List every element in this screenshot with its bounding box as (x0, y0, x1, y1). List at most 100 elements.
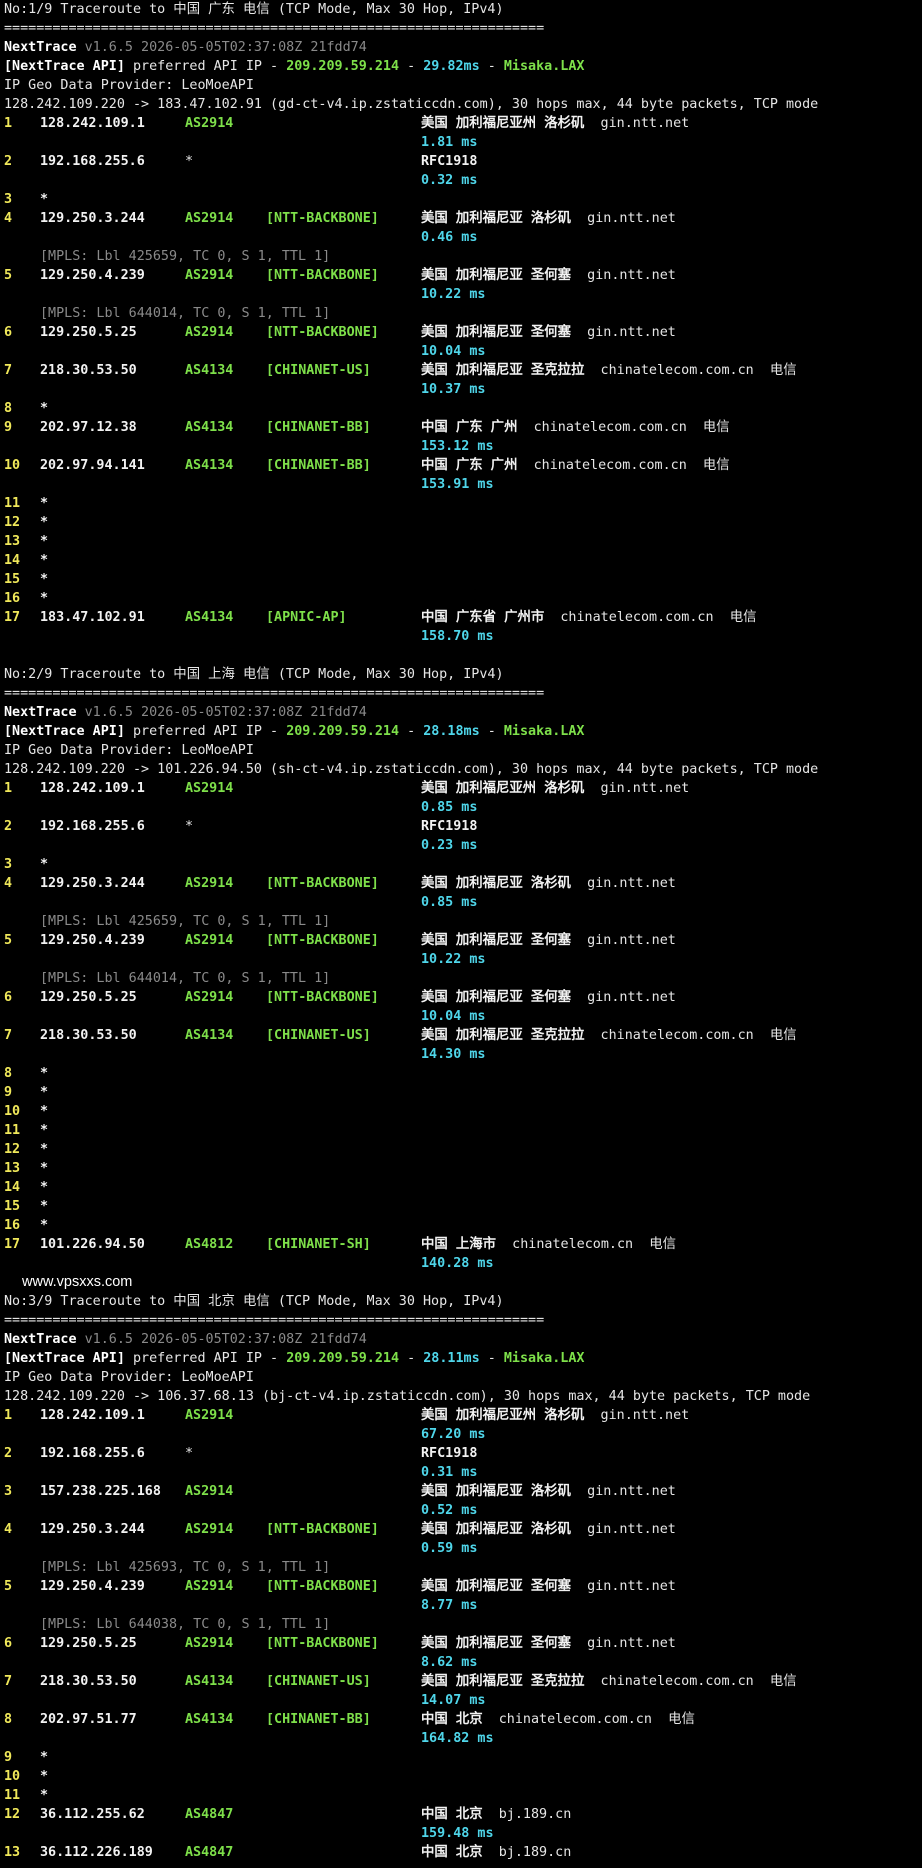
hop-asn: AS2914 (185, 325, 234, 340)
hop-location: 中国 上海市 (421, 1237, 497, 1252)
hop-domain: gin.ntt.net (587, 211, 676, 226)
hop-row: 8 * (4, 1064, 920, 1083)
hop-isp: 电信 (769, 1028, 797, 1043)
hop-asn: * (185, 1446, 194, 1461)
hop-number: 7 (4, 1028, 13, 1043)
hop-location: RFC1918 (421, 154, 478, 169)
hop-location: 中国 广东 广州 (421, 458, 518, 473)
hop-row: 5 129.250.4.239 AS2914 [NTT-BACKBONE] 美国 加利福… (4, 266, 920, 285)
hop-domain: gin.ntt.net (587, 1636, 676, 1651)
nexttrace-version: v1.6.5 2026-05-05T02:37:08Z 21fdd74 (84, 1332, 367, 1347)
hop-rtt-row: 67.20 ms (4, 1425, 920, 1444)
hop-geo: RFC1918 (421, 1444, 477, 1463)
hop-domain: gin.ntt.net (587, 933, 676, 948)
hop-geo: 美国 加利福尼亚 洛杉矶 gin.ntt.net (421, 1520, 676, 1539)
hop-asn: AS4134 (185, 610, 234, 625)
api-text: preferred API IP - (133, 1351, 279, 1366)
hop-number: 1 (4, 116, 13, 131)
hop-asn: AS2914 (185, 876, 234, 891)
hop-row: 6 129.250.5.25 AS2914 [NTT-BACKBONE] 美国 加利福尼… (4, 988, 920, 1007)
api-ip: 209.209.59.214 (286, 59, 400, 74)
hop-ip: * (40, 1218, 49, 1233)
hop-tag: [NTT-BACKBONE] (266, 268, 379, 283)
hop-mpls-row: [MPLS: Lbl 644038, TC 0, S 1, TTL 1] (4, 1615, 920, 1634)
hop-row: 11 * (4, 1121, 920, 1140)
hop-row: 12 36.112.255.62 AS4847 中国 北京 bj.189.cn (4, 1805, 920, 1824)
hop-ip: 202.97.94.141 (40, 458, 145, 473)
hop-location: 中国 北京 (421, 1807, 483, 1822)
hop-row: 16 * (4, 1216, 920, 1235)
blank-line: www.vpsxxs.com (4, 1273, 920, 1292)
hop-row: 1 128.242.109.1 AS2914 美国 加利福尼亚州 洛杉矶 gin.nt… (4, 779, 920, 798)
hop-location: 美国 加利福尼亚 圣何塞 (421, 990, 572, 1005)
hop-ip: 192.168.255.6 (40, 1446, 145, 1461)
hop-number: 14 (4, 553, 21, 568)
hop-number: 17 (4, 1237, 21, 1252)
hop-number: 5 (4, 1579, 13, 1594)
trace-title: No:2/9 Traceroute to 中国 上海 电信 (TCP Mode,… (4, 665, 920, 684)
hop-ip: * (40, 1104, 49, 1119)
hop-mpls: [MPLS: Lbl 644038, TC 0, S 1, TTL 1] (40, 1617, 331, 1632)
hop-geo: 美国 加利福尼亚州 洛杉矶 gin.ntt.net (421, 114, 689, 133)
hop-number: 13 (4, 534, 21, 549)
geo-provider: IP Geo Data Provider: LeoMoeAPI (4, 1370, 254, 1385)
hop-row: 14 * (4, 1178, 920, 1197)
hop-ip: * (40, 496, 49, 511)
hop-ip: 129.250.5.25 (40, 325, 137, 340)
hop-asn: AS2914 (185, 990, 234, 1005)
hop-row: 15 * (4, 1197, 920, 1216)
hop-number: 8 (4, 1712, 13, 1727)
hop-asn: AS4847 (185, 1807, 234, 1822)
route-summary: 128.242.109.220 -> 183.47.102.91 (gd-ct-… (4, 97, 819, 112)
api-dash2: - (487, 724, 496, 739)
hop-ip: * (40, 1142, 49, 1157)
hop-number: 12 (4, 515, 21, 530)
hop-rtt: 153.12 ms (421, 439, 494, 454)
api-latency: 28.11ms (423, 1351, 480, 1366)
api-text: preferred API IP - (133, 724, 279, 739)
hop-ip: * (40, 591, 49, 606)
nexttrace-version: v1.6.5 2026-05-05T02:37:08Z 21fdd74 (84, 705, 367, 720)
hop-ip: * (40, 1123, 49, 1138)
hop-domain: chinatelecom.com.cn (600, 1674, 754, 1689)
hop-ip: 129.250.4.239 (40, 933, 145, 948)
route-line: 128.242.109.220 -> 106.37.68.13 (bj-ct-v… (4, 1387, 920, 1406)
hop-location: 中国 广东省 广州市 (421, 610, 545, 625)
hop-row: 9 * (4, 1083, 920, 1102)
hop-rtt-row: 0.59 ms (4, 1539, 920, 1558)
hop-ip: * (40, 572, 49, 587)
hop-number: 12 (4, 1142, 21, 1157)
hop-domain: chinatelecom.cn (512, 1237, 634, 1252)
hop-location: 美国 加利福尼亚 洛杉矶 (421, 1484, 572, 1499)
terminal-output[interactable]: No:1/9 Traceroute to 中国 广东 电信 (TCP Mode,… (4, 0, 920, 1862)
hop-number: 8 (4, 1066, 13, 1081)
hop-ip: * (40, 1788, 49, 1803)
hop-number: 7 (4, 363, 13, 378)
hop-geo: 美国 加利福尼亚 圣何塞 gin.ntt.net (421, 931, 676, 950)
hop-rtt-row: 10.04 ms (4, 1007, 920, 1026)
hop-isp: 电信 (769, 363, 797, 378)
hop-ip: 157.238.225.168 (40, 1484, 161, 1499)
hop-ip: 129.250.3.244 (40, 1522, 145, 1537)
hop-asn: AS2914 (185, 781, 234, 796)
hop-rtt: 0.59 ms (421, 1541, 478, 1556)
hop-ip: 202.97.12.38 (40, 420, 137, 435)
route-summary: 128.242.109.220 -> 106.37.68.13 (bj-ct-v… (4, 1389, 811, 1404)
hop-number: 3 (4, 1484, 13, 1499)
hop-rtt: 10.04 ms (421, 1009, 486, 1024)
api-dash: - (407, 59, 416, 74)
hop-rtt-row: 10.22 ms (4, 285, 920, 304)
hop-rtt: 8.62 ms (421, 1655, 478, 1670)
api-latency: 29.82ms (423, 59, 480, 74)
hop-ip: 129.250.4.239 (40, 1579, 145, 1594)
hop-location: 美国 加利福尼亚 圣何塞 (421, 1636, 572, 1651)
hop-number: 4 (4, 1522, 13, 1537)
hop-ip: * (40, 1750, 49, 1765)
hop-isp: 电信 (702, 420, 730, 435)
hop-ip: 128.242.109.1 (40, 781, 145, 796)
nexttrace-version-line: NextTrace v1.6.5 2026-05-05T02:37:08Z 21… (4, 1330, 920, 1349)
hop-row: 7 218.30.53.50 AS4134 [CHINANET-US] 美国 加利福尼亚… (4, 1026, 920, 1045)
hop-row: 10 * (4, 1102, 920, 1121)
hop-domain: chinatelecom.com.cn (533, 458, 687, 473)
hop-rtt: 0.85 ms (421, 800, 478, 815)
